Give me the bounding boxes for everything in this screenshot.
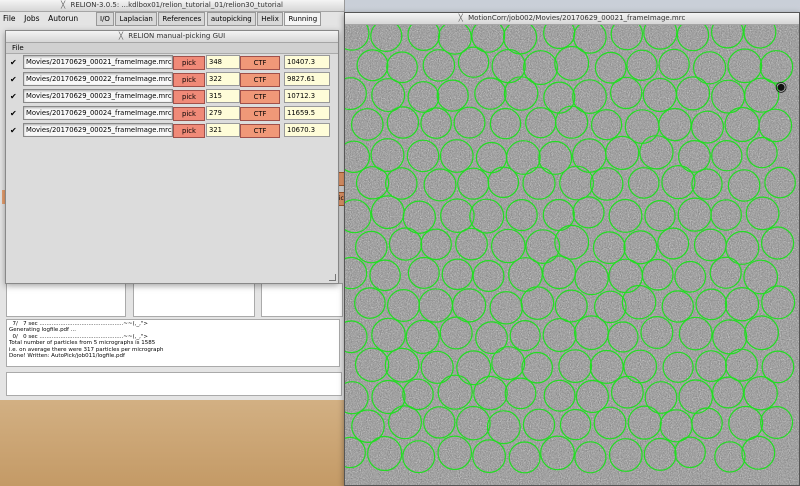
ctf-value: 9827.61 bbox=[284, 72, 330, 86]
micrograph-filename[interactable]: Movies/20170629_00021_frameImage.mrc bbox=[23, 55, 173, 69]
micrograph-titlebar[interactable]: ╳ MotionCorr/job002/Movies/20170629_0002… bbox=[345, 13, 799, 25]
checkmark-icon[interactable]: ✔ bbox=[10, 126, 17, 135]
ctf-value: 10407.3 bbox=[284, 55, 330, 69]
job-tabs: I/O Laplacian References autopicking Hel… bbox=[96, 12, 322, 26]
pick-button[interactable]: pick bbox=[173, 90, 205, 104]
particle-count: 315 bbox=[206, 89, 240, 103]
menu-jobs[interactable]: Jobs bbox=[21, 12, 42, 26]
picker-menu-file[interactable]: File bbox=[12, 44, 24, 52]
tab-autopicking[interactable]: autopicking bbox=[206, 12, 256, 26]
menu-autorun[interactable]: Autorun bbox=[45, 12, 81, 26]
micrograph-filename[interactable]: Movies/20170629_00023_frameImage.mrc bbox=[23, 89, 173, 103]
main-menubar: File Jobs Autorun bbox=[0, 12, 92, 26]
micrograph-row: ✔ Movies/20170629_00021_frameImage.mrc p… bbox=[6, 55, 338, 71]
ctf-value: 10712.3 bbox=[284, 89, 330, 103]
particle-count: 348 bbox=[206, 55, 240, 69]
resize-grip-icon[interactable] bbox=[329, 274, 336, 281]
pick-button[interactable]: pick bbox=[173, 124, 205, 138]
main-titlebar[interactable]: ╳ RELION-3.0.5: ...kdlbox01/relion_tutor… bbox=[0, 0, 344, 12]
pick-button[interactable]: pick bbox=[173, 107, 205, 121]
micrograph-image[interactable]: ◉ bbox=[345, 25, 799, 485]
checkmark-icon[interactable]: ✔ bbox=[10, 75, 17, 84]
particle-count: 279 bbox=[206, 106, 240, 120]
checkmark-icon[interactable]: ✔ bbox=[10, 92, 17, 101]
stderr-log[interactable] bbox=[6, 372, 342, 396]
x11-icon: ╳ bbox=[118, 32, 124, 40]
tab-references[interactable]: References bbox=[158, 12, 206, 26]
particle-count: 321 bbox=[206, 123, 240, 137]
micrograph-window: ╳ MotionCorr/job002/Movies/20170629_0002… bbox=[344, 12, 800, 486]
output-jobs-panel[interactable] bbox=[261, 283, 343, 317]
micrograph-filename[interactable]: Movies/20170629_00025_frameImage.mrc bbox=[23, 123, 173, 137]
ctf-button[interactable]: CTF bbox=[240, 124, 280, 138]
manual-picking-window: ╳ RELION manual-picking GUI File ✔ Movie… bbox=[5, 30, 339, 284]
micrograph-row: ✔ Movies/20170629_00024_frameImage.mrc p… bbox=[6, 106, 338, 122]
tab-io[interactable]: I/O bbox=[96, 12, 114, 26]
tab-helix[interactable]: Helix bbox=[257, 12, 283, 26]
menu-file[interactable]: File bbox=[0, 12, 19, 26]
tab-running[interactable]: Running bbox=[284, 12, 322, 26]
ctf-button[interactable]: CTF bbox=[240, 56, 280, 70]
x11-icon: ╳ bbox=[61, 1, 66, 9]
particle-count: 322 bbox=[206, 72, 240, 86]
picker-menubar: File bbox=[6, 43, 338, 54]
ctf-button[interactable]: CTF bbox=[240, 90, 280, 104]
picker-window-title: RELION manual-picking GUI bbox=[128, 32, 226, 40]
ctf-value: 11659.5 bbox=[284, 106, 330, 120]
pick-button[interactable]: pick bbox=[173, 56, 205, 70]
ctf-button[interactable]: CTF bbox=[240, 107, 280, 121]
micrograph-row: ✔ Movies/20170629_00023_frameImage.mrc p… bbox=[6, 89, 338, 105]
stdout-log[interactable]: 7/ 7 sec ...............................… bbox=[6, 319, 340, 367]
log-line: Done! Written: AutoPick/job011/logfile.p… bbox=[9, 353, 125, 360]
tab-laplacian[interactable]: Laplacian bbox=[115, 12, 157, 26]
micrograph-row: ✔ Movies/20170629_00022_frameImage.mrc p… bbox=[6, 72, 338, 88]
finished-jobs-panel[interactable] bbox=[6, 283, 126, 317]
x11-icon: ╳ bbox=[458, 14, 463, 22]
ctf-value: 10670.3 bbox=[284, 123, 330, 137]
micrograph-filename[interactable]: Movies/20170629_00024_frameImage.mrc bbox=[23, 106, 173, 120]
checkmark-icon[interactable]: ✔ bbox=[10, 58, 17, 67]
cursor-icon: ◉ bbox=[775, 79, 787, 95]
pick-button[interactable]: pick bbox=[173, 73, 205, 87]
main-window-title: RELION-3.0.5: ...kdlbox01/relion_tutoria… bbox=[70, 1, 283, 9]
micrograph-window-title: MotionCorr/job002/Movies/20170629_00021_… bbox=[468, 14, 686, 22]
input-jobs-panel[interactable] bbox=[133, 283, 255, 317]
micrograph-filename[interactable]: Movies/20170629_00022_frameImage.mrc bbox=[23, 72, 173, 86]
ctf-button[interactable]: CTF bbox=[240, 73, 280, 87]
picker-titlebar[interactable]: ╳ RELION manual-picking GUI bbox=[6, 31, 338, 43]
micrograph-row: ✔ Movies/20170629_00025_frameImage.mrc p… bbox=[6, 123, 338, 139]
checkmark-icon[interactable]: ✔ bbox=[10, 109, 17, 118]
